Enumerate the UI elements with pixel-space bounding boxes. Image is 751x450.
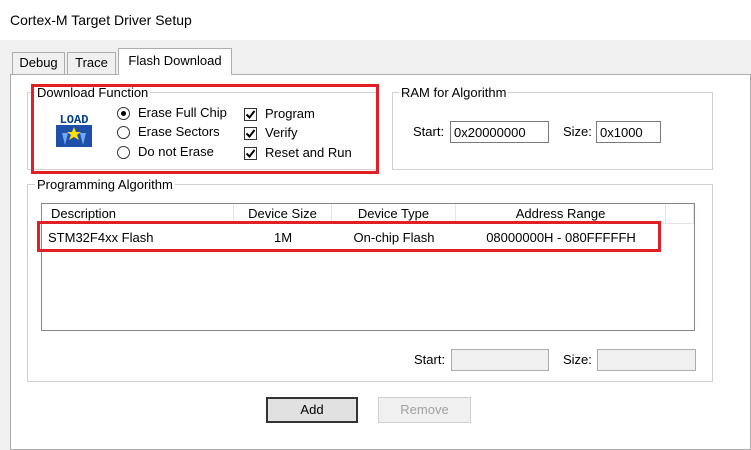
ram-for-algorithm-legend: RAM for Algorithm xyxy=(399,85,509,100)
column-header-description[interactable]: Description xyxy=(42,204,234,224)
radio-button[interactable] xyxy=(117,125,130,139)
algorithm-size-label: Size: xyxy=(563,352,592,367)
checkbox-label: Verify xyxy=(265,125,298,140)
checkmark-icon xyxy=(245,128,256,138)
column-header-filler xyxy=(666,204,694,224)
remove-button[interactable]: Remove xyxy=(378,397,471,423)
algorithm-list[interactable]: Description Device Size Device Type Addr… xyxy=(41,203,695,331)
radio-label: Erase Sectors xyxy=(138,124,220,139)
checkbox-program[interactable]: Program xyxy=(244,105,315,123)
cell-device-type: On-chip Flash xyxy=(353,230,435,245)
checkbox-label: Reset and Run xyxy=(265,145,352,160)
column-header-address-range[interactable]: Address Range xyxy=(456,204,666,224)
checkbox-verify[interactable]: Verify xyxy=(244,124,298,142)
load-icon-text: LOAD xyxy=(60,113,89,127)
ram-size-field[interactable] xyxy=(596,121,661,143)
cell-description: STM32F4xx Flash xyxy=(48,230,154,245)
tab-trace[interactable]: Trace xyxy=(67,52,116,74)
add-button[interactable]: Add xyxy=(266,397,358,423)
cell-device-size: 1M xyxy=(273,230,293,245)
ram-start-field[interactable] xyxy=(450,121,549,143)
load-icon: LOAD xyxy=(54,111,94,149)
checkmark-icon xyxy=(245,148,256,158)
window-title: Cortex-M Target Driver Setup xyxy=(0,0,751,40)
ram-size-label: Size: xyxy=(563,124,592,139)
cell-address-range: 08000000H - 080FFFFFH xyxy=(486,230,636,245)
radio-button[interactable] xyxy=(117,145,130,159)
radio-do-not-erase[interactable]: Do not Erase xyxy=(117,143,214,161)
radio-label: Do not Erase xyxy=(138,144,214,159)
algorithm-size-field[interactable] xyxy=(597,349,696,371)
checkbox-reset-and-run[interactable]: Reset and Run xyxy=(244,144,352,162)
algorithm-start-field[interactable] xyxy=(451,349,549,371)
checkbox[interactable] xyxy=(244,126,257,140)
radio-erase-full-chip[interactable]: Erase Full Chip xyxy=(117,104,227,122)
programming-algorithm-legend: Programming Algorithm xyxy=(35,177,175,192)
download-function-legend: Download Function xyxy=(35,85,151,100)
algorithm-start-label: Start: xyxy=(414,352,446,367)
checkbox-label: Program xyxy=(265,106,315,121)
column-header-device-size[interactable]: Device Size xyxy=(234,204,332,224)
tab-flash-download[interactable]: Flash Download xyxy=(118,48,232,75)
checkmark-icon xyxy=(245,109,256,119)
checkbox[interactable] xyxy=(244,146,257,160)
tab-debug[interactable]: Debug xyxy=(12,52,65,74)
checkbox[interactable] xyxy=(244,107,257,121)
radio-label: Erase Full Chip xyxy=(138,105,227,120)
ram-start-label: Start: xyxy=(413,124,445,139)
column-header-device-type[interactable]: Device Type xyxy=(332,204,456,224)
radio-erase-sectors[interactable]: Erase Sectors xyxy=(117,123,220,141)
radio-button[interactable] xyxy=(117,106,130,120)
